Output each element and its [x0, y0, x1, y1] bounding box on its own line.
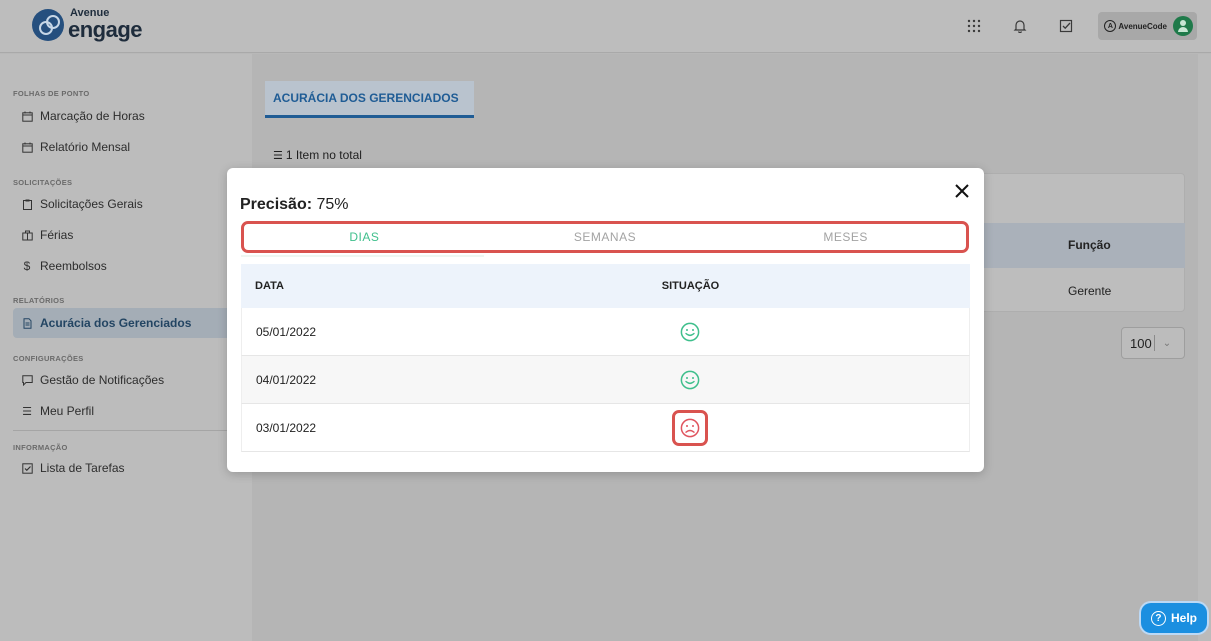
table-row: 03/01/2022 [241, 404, 970, 452]
scrollbar[interactable] [1198, 54, 1211, 641]
dollar-icon: $ [23, 259, 31, 273]
sidebar-item[interactable]: ☰ Meu Perfil [13, 396, 239, 426]
bell-icon[interactable] [1008, 14, 1032, 38]
document-icon [21, 317, 33, 329]
sidebar-section-title: CONFIGURAÇÕES [13, 354, 84, 363]
question-icon: ? [1150, 610, 1166, 626]
logo-mark-icon [32, 8, 64, 41]
tab-meses[interactable]: MESES [725, 224, 966, 250]
task-checkbox-icon[interactable] [1054, 14, 1078, 38]
table-row: 04/01/2022 [241, 356, 970, 404]
sidebar-item-label: Acurácia dos Gerenciados [40, 316, 192, 330]
sidebar-item-label: Meu Perfil [40, 404, 95, 418]
avenue-engage-logo[interactable]: Avenue engage [32, 8, 143, 42]
row-date: 04/01/2022 [256, 372, 317, 387]
avenuecode-mark-icon: A [1104, 20, 1117, 32]
list-icon: ☰ [22, 405, 32, 418]
items-total: ☰ 1 Item no total [273, 148, 362, 162]
sidebar-section-title: RELATÓRIOS [13, 296, 65, 305]
precision-modal: Precisão: 75% DIAS SEMANAS MESES DATA SI… [227, 168, 984, 472]
sidebar-item-label: Reembolsos [40, 259, 107, 273]
sidebar-item-label: Marcação de Horas [40, 109, 145, 123]
tab-dias[interactable]: DIAS [244, 224, 485, 250]
accuracy-table: DATA SITUAÇÃO 05/01/2022 04/01/2022 03/01/… [241, 264, 970, 452]
company-logo: A AvenueCode [1104, 20, 1167, 32]
happy-face-icon [672, 362, 708, 398]
company-logo-text: AvenueCode [1118, 21, 1167, 31]
items-total-text: 1 Item no total [285, 148, 362, 162]
sidebar-section-title: SOLICITAÇÕES [13, 178, 73, 187]
checkbox-icon [21, 462, 33, 474]
row-date: 03/01/2022 [256, 420, 317, 435]
header-situacao: SITUAÇÃO [661, 280, 720, 292]
sidebar-section-title: FOLHAS DE PONTO [13, 89, 90, 98]
sidebar-item[interactable]: Férias [13, 220, 239, 250]
page-size-select[interactable]: 100 ⌄ [1121, 327, 1185, 359]
clipboard-icon [21, 198, 33, 210]
table-row: 05/01/2022 [241, 308, 970, 356]
column-funcao: Função [1068, 238, 1111, 252]
close-button[interactable] [952, 181, 972, 201]
sidebar-item-label: Gestão de Notificações [40, 373, 165, 387]
sad-face-icon [671, 409, 708, 446]
table-header: DATA SITUAÇÃO [241, 264, 970, 308]
help-label: Help [1170, 611, 1197, 625]
happy-face-icon [672, 314, 708, 350]
sidebar-item[interactable]: Gestão de Notificações [13, 365, 239, 395]
sidebar-item[interactable]: Solicitações Gerais [13, 189, 239, 219]
avatar [1173, 16, 1193, 36]
help-button[interactable]: ? Help [1141, 603, 1207, 633]
top-bar: Avenue engage A AvenueCode [0, 0, 1211, 53]
apps-grid-icon[interactable] [962, 14, 986, 38]
close-icon [955, 184, 969, 198]
sidebar-item[interactable]: Relatório Mensal [13, 132, 239, 162]
sidebar-item[interactable]: $ Reembolsos [13, 251, 239, 281]
sidebar-item-label: Relatório Mensal [40, 140, 131, 154]
tab-acuracia[interactable]: ACURÁCIA DOS GERENCIADOS [265, 81, 474, 118]
list-icon: ☰ [273, 149, 283, 162]
calendar-icon [21, 110, 33, 122]
sidebar-divider [13, 430, 239, 431]
row-date: 05/01/2022 [256, 324, 317, 339]
tab-semanas[interactable]: SEMANAS [485, 224, 726, 250]
calendar-icon [21, 141, 33, 153]
logo-line2: engage [68, 17, 143, 42]
page-size-value: 100 [1130, 335, 1152, 351]
cell-gerente: Gerente [1068, 284, 1112, 298]
sidebar-item-label: Férias [40, 228, 74, 242]
user-menu[interactable]: A AvenueCode [1098, 12, 1197, 40]
chat-icon [21, 374, 33, 386]
sidebar-section-title: INFORMAÇÃO [13, 443, 68, 452]
active-tab-indicator [241, 255, 484, 257]
briefcase-icon [21, 229, 33, 241]
sidebar-item-label: Lista de Tarefas [40, 461, 125, 475]
sidebar-item[interactable]: Marcação de Horas [13, 101, 239, 131]
period-tabs: DIAS SEMANAS MESES [241, 221, 969, 253]
sidebar-item[interactable]: Acurácia dos Gerenciados [13, 308, 239, 338]
precision-value: 75% [316, 196, 349, 213]
precision-label: Precisão: 75% [240, 196, 349, 214]
sidebar-item[interactable]: Lista de Tarefas [13, 453, 239, 483]
precision-title: Precisão: [240, 196, 313, 213]
header-data: DATA [255, 280, 284, 292]
sidebar-item-label: Solicitações Gerais [40, 197, 143, 211]
chevron-down-icon: ⌄ [1162, 337, 1172, 349]
